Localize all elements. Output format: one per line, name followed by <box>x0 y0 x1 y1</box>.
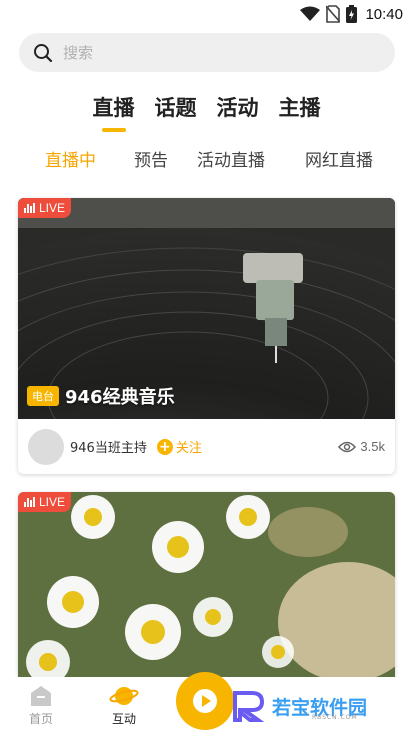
subtab-influencer-live[interactable]: 网红直播 <box>305 146 373 171</box>
planet-icon <box>109 687 139 705</box>
live-card[interactable]: LIVE <box>18 492 395 682</box>
wifi-icon <box>300 6 321 21</box>
nav-home-label: 首页 <box>28 712 53 726</box>
card-footer: 946当班主持 + 关注 3.5k <box>18 419 395 474</box>
live-badge: LIVE <box>18 492 72 512</box>
live-bars-icon <box>24 497 35 507</box>
flowers-illustration <box>18 492 395 682</box>
center-action-button[interactable] <box>176 672 234 730</box>
cover-image: LIVE <box>18 492 395 682</box>
eye-icon <box>338 441 357 452</box>
view-count-value: 3.5k <box>360 439 385 454</box>
subtab-event-live[interactable]: 活动直播 <box>197 146 265 171</box>
status-time: 10:40 <box>365 5 403 23</box>
watermark: 若宝软件园 RBSCN.COM <box>232 690 367 722</box>
cover-title: 电台 946经典音乐 <box>27 383 175 409</box>
sub-tabs: 直播中 预告 活动直播 网红直播 <box>0 146 413 172</box>
live-badge: LIVE <box>18 198 72 218</box>
category-tag: 电台 <box>27 386 59 406</box>
tab-events[interactable]: 活动 <box>217 92 259 130</box>
play-icon <box>193 689 217 713</box>
watermark-sub: RBSCN.COM <box>312 714 358 721</box>
main-tabs: 直播 话题 活动 主播 <box>0 92 413 130</box>
view-count: 3.5k <box>338 439 385 454</box>
live-bars-icon <box>24 203 35 213</box>
plus-icon: + <box>156 438 173 455</box>
tab-live[interactable]: 直播 <box>93 92 135 130</box>
follow-label: 关注 <box>175 441 202 456</box>
nav-interact[interactable]: 互动 <box>99 685 149 727</box>
host-name: 946当班主持 <box>70 441 147 456</box>
nav-interact-label: 互动 <box>111 712 136 726</box>
stream-title: 946经典音乐 <box>65 387 175 408</box>
follow-button[interactable]: + 关注 <box>156 437 202 456</box>
tab-topics[interactable]: 话题 <box>155 92 197 130</box>
cover-image: LIVE 电台 946经典音乐 <box>18 198 395 419</box>
home-icon <box>31 686 51 706</box>
status-bar: 10:40 <box>0 0 413 28</box>
tab-hosts[interactable]: 主播 <box>279 92 321 130</box>
live-label: LIVE <box>39 201 66 215</box>
status-icons: 10:40 <box>300 4 403 24</box>
no-sim-icon <box>326 5 341 23</box>
search-input[interactable] <box>63 43 363 62</box>
subtab-preview[interactable]: 预告 <box>134 146 168 171</box>
search-bar[interactable] <box>19 33 395 72</box>
search-icon <box>34 43 53 62</box>
battery-charging-icon <box>346 5 358 23</box>
live-label: LIVE <box>39 495 66 509</box>
subtab-live-now[interactable]: 直播中 <box>45 146 96 171</box>
avatar[interactable] <box>28 428 64 465</box>
nav-home[interactable]: 首页 <box>16 685 66 727</box>
live-card[interactable]: LIVE 电台 946经典音乐 946当班主持 + 关注 3.5k <box>18 198 395 474</box>
watermark-logo-icon <box>233 691 265 722</box>
